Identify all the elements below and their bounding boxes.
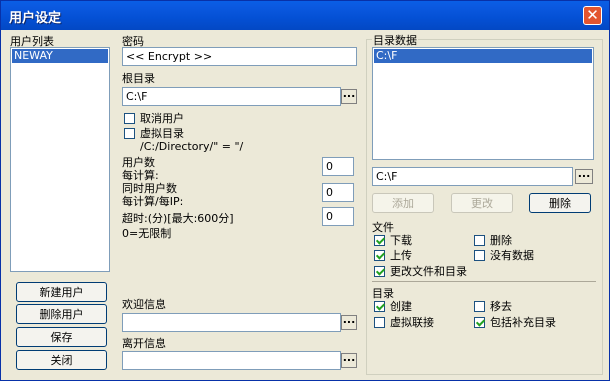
virtual-dir-hint: /C:/Directory/" = "/ (140, 140, 244, 153)
move-label: 移去 (490, 300, 512, 313)
close-icon: ✕ (586, 6, 599, 24)
root-dir-field[interactable]: C:\F (122, 87, 341, 106)
move-checkbox[interactable] (474, 301, 485, 312)
ellipsis-icon: ... (342, 351, 356, 364)
browse-root-button[interactable]: ... (341, 87, 357, 104)
leave-field[interactable] (122, 351, 341, 370)
disable-user-checkbox[interactable] (124, 113, 135, 124)
delete-user-button[interactable]: 删除用户 (16, 304, 107, 324)
ellipsis-icon: ... (342, 87, 356, 100)
password-field[interactable]: << Encrypt >> (122, 47, 357, 66)
timeout-label: 超时:(分)[最大:600分] (122, 212, 234, 225)
dir-list-item[interactable]: C:\F (374, 49, 592, 63)
dir-data-label: 目录数据 (372, 32, 418, 48)
title-bar: 用户设定 ✕ (1, 1, 609, 30)
browse-dir-button[interactable]: ... (575, 167, 593, 184)
close-button[interactable]: 关闭 (16, 350, 107, 370)
window-title: 用户设定 (9, 11, 62, 26)
download-label: 下载 (390, 234, 412, 247)
file-delete-checkbox[interactable] (474, 235, 485, 246)
create-label: 创建 (390, 300, 412, 313)
dir-list[interactable]: C:\F (372, 47, 594, 160)
user-list[interactable]: NEWAY (10, 47, 110, 272)
timeout-field[interactable]: 0 (322, 207, 354, 226)
no-data-checkbox[interactable] (474, 250, 485, 261)
change-dir-button[interactable]: 更改 (451, 193, 513, 213)
virtual-link-checkbox[interactable] (374, 317, 385, 328)
users-count-field[interactable]: 0 (322, 157, 354, 176)
include-sub-checkbox[interactable] (474, 317, 485, 328)
user-settings-dialog: 用户设定 ✕ 用户列表 NEWAY 新建用户 删除用户 保存 关闭 密码 << … (0, 0, 610, 381)
virtual-dir-label: 虚拟目录 (140, 127, 184, 140)
save-button[interactable]: 保存 (16, 327, 107, 347)
no-data-label: 没有数据 (490, 249, 534, 262)
add-dir-button[interactable]: 添加 (372, 193, 434, 213)
concurrent-sublabel: 每计算/每IP: (122, 195, 184, 208)
new-user-button[interactable]: 新建用户 (16, 282, 107, 302)
root-dir-label: 根目录 (122, 72, 155, 85)
download-checkbox[interactable] (374, 235, 385, 246)
user-list-item[interactable]: NEWAY (12, 49, 108, 63)
virtual-dir-checkbox[interactable] (124, 128, 135, 139)
modify-label: 更改文件和目录 (390, 265, 467, 278)
disable-user-label: 取消用户 (140, 112, 184, 125)
timeout-sublabel: 0=无限制 (122, 227, 172, 240)
dir-path-field[interactable]: C:\F (372, 167, 573, 186)
browse-leave-button[interactable]: ... (341, 351, 357, 368)
upload-label: 上传 (390, 249, 412, 262)
welcome-field[interactable] (122, 313, 341, 332)
ellipsis-icon: ... (577, 167, 591, 180)
welcome-label: 欢迎信息 (122, 298, 166, 311)
dialog-body: 用户列表 NEWAY 新建用户 删除用户 保存 关闭 密码 << Encrypt… (1, 30, 609, 380)
delete-dir-button[interactable]: 删除 (529, 193, 591, 213)
modify-checkbox[interactable] (374, 266, 385, 277)
ellipsis-icon: ... (342, 313, 356, 326)
separator (372, 281, 596, 282)
include-sub-label: 包括补充目录 (490, 316, 556, 329)
file-delete-label: 删除 (490, 234, 512, 247)
concurrent-field[interactable]: 0 (322, 183, 354, 202)
close-window-button[interactable]: ✕ (583, 6, 602, 25)
browse-welcome-button[interactable]: ... (341, 313, 357, 330)
upload-checkbox[interactable] (374, 250, 385, 261)
virtual-link-label: 虚拟联接 (390, 316, 434, 329)
leave-label: 离开信息 (122, 337, 166, 350)
create-checkbox[interactable] (374, 301, 385, 312)
